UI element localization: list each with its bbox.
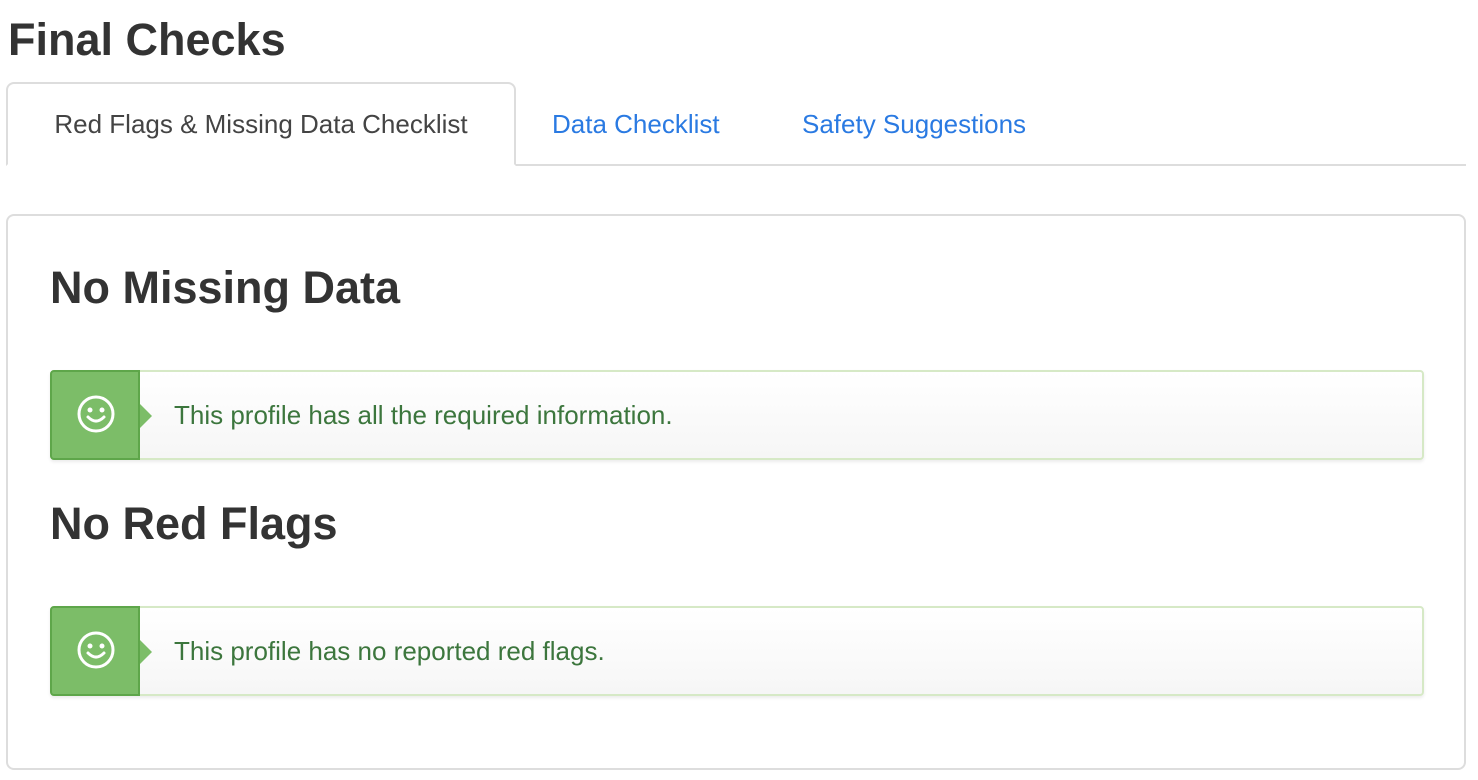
alert-icon-box	[50, 606, 152, 696]
smiley-icon	[77, 395, 115, 433]
tab-content-panel: No Missing Data This profile has all the…	[6, 214, 1466, 770]
page-title: Final Checks	[8, 14, 286, 65]
tab-red-flags-missing-data-checklist[interactable]: Red Flags & Missing Data Checklist	[6, 82, 516, 166]
smiley-icon	[77, 631, 115, 669]
final-checks-page: Final Checks Red Flags & Missing Data Ch…	[0, 0, 1478, 780]
red-flags-alert-text: This profile has no reported red flags.	[174, 635, 605, 666]
red-flags-heading: No Red Flags	[50, 498, 338, 549]
missing-data-alert: This profile has all the required inform…	[50, 370, 1424, 460]
missing-data-alert-text: This profile has all the required inform…	[174, 399, 673, 430]
alert-icon-box	[50, 370, 152, 460]
red-flags-alert: This profile has no reported red flags.	[50, 606, 1424, 696]
missing-data-heading: No Missing Data	[50, 262, 401, 313]
tab-data-checklist[interactable]: Data Checklist	[552, 82, 720, 166]
tab-bar: Red Flags & Missing Data Checklist Data …	[6, 82, 1466, 166]
tab-safety-suggestions[interactable]: Safety Suggestions	[802, 82, 1026, 166]
